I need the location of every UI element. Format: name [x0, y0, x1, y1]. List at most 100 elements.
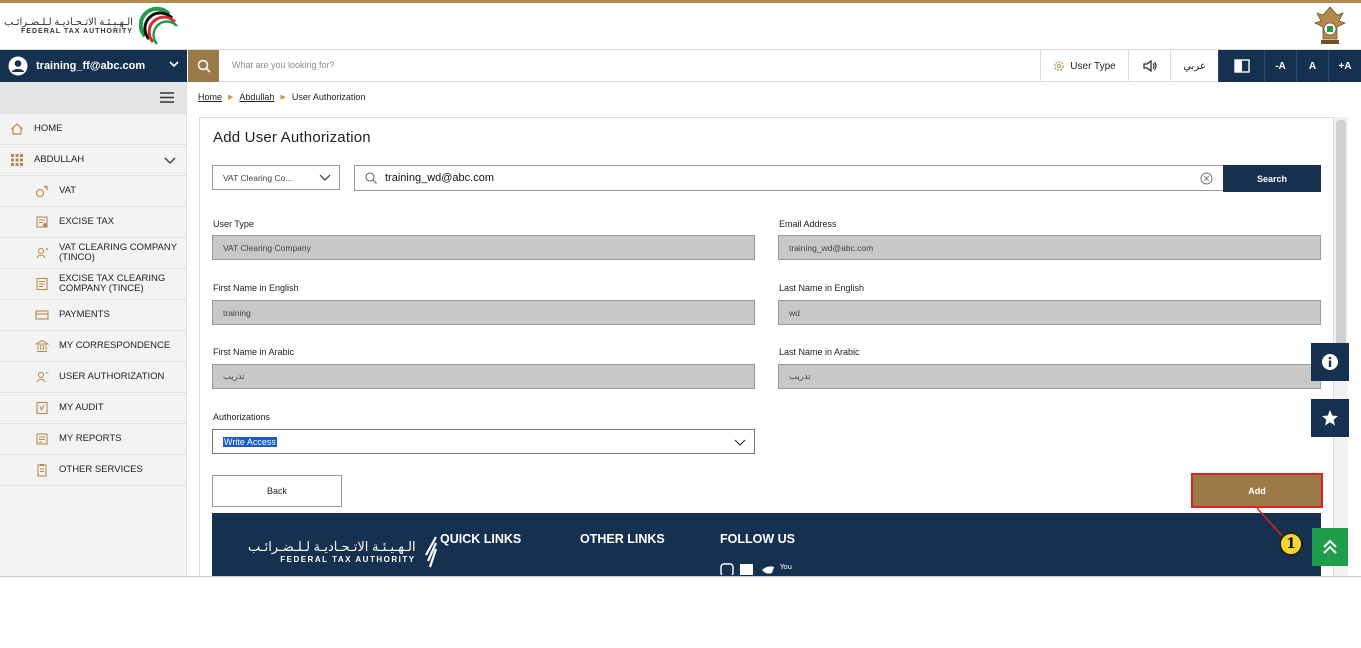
user-type-button[interactable]: User Type: [1040, 50, 1128, 82]
sidebar-item-abdullah[interactable]: ABDULLAH: [0, 145, 186, 176]
back-button[interactable]: Back: [212, 475, 342, 507]
sidebar: HOME ABDULLAH VAT EXCISE TAX VAT CLEARIN…: [0, 82, 187, 576]
language-toggle[interactable]: عربي: [1170, 50, 1218, 82]
footer-other-links-heading: OTHER LINKS: [580, 532, 665, 546]
first-name-ar-field: تدريب: [212, 364, 755, 389]
add-button[interactable]: Add: [1191, 473, 1323, 508]
email-label: Email Address: [779, 219, 837, 229]
fta-logo[interactable]: الـهـيـئـة الاتـحـاديـة لـلـضـرائـب FEDE…: [4, 5, 179, 47]
info-icon: [1322, 354, 1338, 370]
search-icon: [197, 59, 211, 73]
grid-icon: [10, 153, 24, 167]
last-name-en-field: wd: [778, 300, 1321, 325]
sidebar-item-label: EXCISE TAX: [59, 216, 115, 228]
top-toolbar: training_ff@abc.com What are you looking…: [0, 49, 1361, 82]
site-footer: الـهـيـئـة الاتـحـاديـة لـلـضـرائـب FEDE…: [212, 513, 1321, 576]
search-button[interactable]: Search: [1223, 165, 1321, 192]
step-callout-badge: 1: [1279, 532, 1303, 556]
payment-icon: [35, 308, 49, 322]
sidebar-item-user-authorization[interactable]: USER AUTHORIZATION: [0, 362, 186, 393]
breadcrumb: Home ▶ Abdullah ▶ User Authorization: [198, 92, 365, 102]
user-type-value: VAT Clearing Company: [223, 242, 311, 253]
hamburger-menu-icon[interactable]: [160, 92, 174, 103]
fta-emblem-icon: [424, 536, 437, 568]
footer-follow-us-heading: FOLLOW US: [720, 532, 795, 546]
sidebar-item-label: MY CORRESPONDENCE: [59, 340, 171, 352]
sidebar-item-excise-clearing[interactable]: EXCISE TAX CLEARING COMPANY (TINCE): [0, 269, 186, 300]
sidebar-item-home[interactable]: HOME: [0, 114, 186, 145]
sidebar-item-excise-tax[interactable]: EXCISE TAX: [0, 207, 186, 238]
sidebar-item-vat[interactable]: VAT: [0, 176, 186, 207]
first-name-ar-label: First Name in Arabic: [213, 347, 295, 357]
sidebar-item-other-services[interactable]: OTHER SERVICES: [0, 455, 186, 486]
authorizations-label: Authorizations: [213, 412, 271, 422]
sidebar-item-label: VAT: [59, 185, 77, 197]
chevron-down-icon: [734, 439, 746, 446]
breadcrumb-current: User Authorization: [291, 92, 366, 102]
social-icons[interactable]: You: [720, 561, 810, 575]
last-name-ar-field: تدريب: [778, 364, 1321, 389]
page-title: Add User Authorization: [213, 129, 371, 146]
svg-text:You: You: [779, 563, 792, 571]
breadcrumb-account-link[interactable]: Abdullah: [239, 92, 274, 102]
sidebar-item-label: OTHER SERVICES: [59, 464, 143, 476]
user-type-field: VAT Clearing Company: [212, 235, 755, 260]
footer-logo-english: FEDERAL TAX AUTHORITY: [280, 554, 416, 564]
contrast-toggle[interactable]: [1218, 50, 1264, 82]
scroll-to-top-button[interactable]: [1312, 528, 1348, 566]
favorites-button[interactable]: [1311, 399, 1349, 437]
audio-button[interactable]: [1128, 50, 1170, 82]
sidebar-item-label: ABDULLAH: [34, 154, 85, 166]
breadcrumb-separator-icon: ▶: [280, 94, 286, 101]
user-search-value: training_wd@abc.com: [385, 172, 494, 184]
report-icon: [35, 432, 49, 446]
user-avatar-icon: [8, 56, 28, 76]
sidebar-item-my-reports[interactable]: MY REPORTS: [0, 424, 186, 455]
sidebar-item-label: HOME: [34, 123, 63, 135]
sidebar-item-payments[interactable]: PAYMENTS: [0, 300, 186, 331]
font-normal-button[interactable]: A: [1296, 50, 1328, 82]
services-icon: [35, 463, 49, 477]
first-name-en-field: training: [212, 300, 755, 325]
bank-icon: [35, 339, 49, 353]
chevron-down-icon: [169, 61, 179, 68]
sidebar-header: [0, 82, 186, 114]
sidebar-item-label: PAYMENTS: [59, 309, 110, 321]
font-decrease-button[interactable]: -A: [1264, 50, 1296, 82]
chevron-down-icon: [319, 174, 331, 181]
sidebar-item-label: EXCISE TAX CLEARING COMPANY (TINCE): [59, 273, 166, 294]
chevron-down-icon: [164, 157, 176, 164]
info-button[interactable]: [1311, 343, 1349, 381]
user-email: training_ff@abc.com: [36, 60, 146, 72]
user-search-input[interactable]: training_wd@abc.com: [354, 165, 1224, 191]
user-type-select[interactable]: VAT Clearing Co...: [212, 165, 340, 190]
site-search-input[interactable]: What are you looking for?: [232, 60, 335, 70]
footer-logo: الـهـيـئـة الاتـحـاديـة لـلـضـرائـب FEDE…: [248, 535, 438, 569]
audit-icon: [35, 401, 49, 415]
uae-emblem-icon: [1313, 6, 1347, 44]
breadcrumb-home-link[interactable]: Home: [198, 92, 222, 102]
sidebar-item-vat-clearing[interactable]: VAT CLEARING COMPANY (TINCO): [0, 238, 186, 269]
email-field: training_wd@abc.com: [778, 235, 1321, 260]
language-label: عربي: [1183, 60, 1206, 72]
footer-logo-arabic: الـهـيـئـة الاتـحـاديـة لـلـضـرائـب: [248, 538, 416, 554]
scrollbar-thumb[interactable]: [1336, 120, 1346, 380]
site-header: الـهـيـئـة الاتـحـاديـة لـلـضـرائـب FEDE…: [0, 3, 1361, 49]
sidebar-item-label: MY AUDIT: [59, 402, 104, 414]
first-name-ar-value: تدريب: [223, 371, 245, 381]
authorizations-select[interactable]: Write Access: [212, 429, 755, 454]
sidebar-item-my-audit[interactable]: MY AUDIT: [0, 393, 186, 424]
clear-circle-icon[interactable]: [1200, 172, 1213, 185]
sidebar-item-correspondence[interactable]: MY CORRESPONDENCE: [0, 331, 186, 362]
star-icon: [1322, 410, 1338, 426]
site-search-button[interactable]: [188, 50, 219, 82]
gear-icon: [1054, 61, 1065, 71]
first-name-en-value: training: [223, 307, 251, 318]
vat-icon: [35, 184, 49, 198]
user-type-label: User Type: [213, 219, 254, 229]
sidebar-item-label: MY REPORTS: [59, 433, 122, 445]
authorizations-value: Write Access: [223, 436, 277, 447]
font-increase-button[interactable]: +A: [1328, 50, 1361, 82]
last-name-ar-value: تدريب: [789, 371, 811, 381]
user-menu[interactable]: training_ff@abc.com: [0, 50, 187, 82]
